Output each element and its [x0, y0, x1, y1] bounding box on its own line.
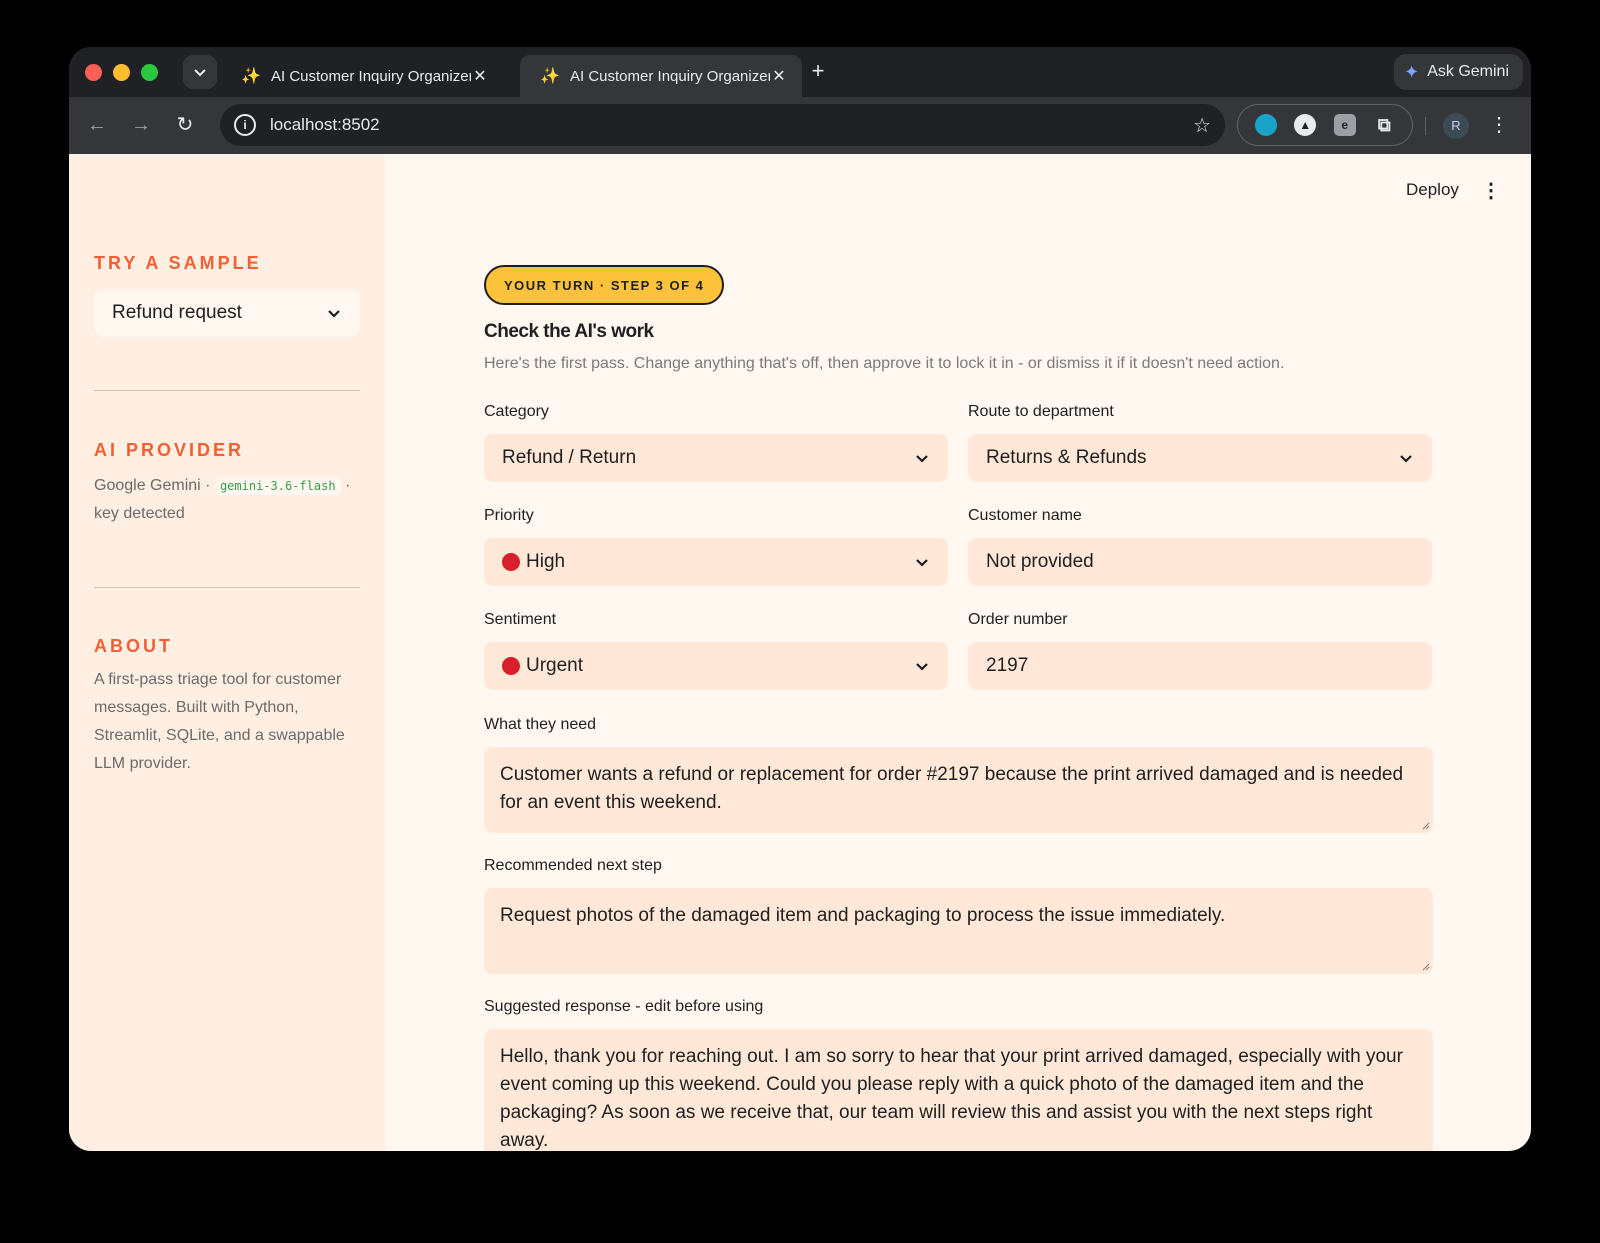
profile-avatar[interactable]: R — [1443, 113, 1469, 139]
category-select[interactable]: Refund / Return — [484, 434, 948, 482]
provider-section-title: AI PROVIDER — [94, 440, 245, 460]
need-textarea[interactable]: Customer wants a refund or replacement f… — [484, 747, 1433, 833]
chevron-down-icon — [328, 310, 340, 318]
priority-label: Priority — [484, 507, 534, 524]
response-label: Suggested response - edit before using — [484, 998, 764, 1015]
customer-name-input[interactable]: Not provided — [968, 538, 1432, 586]
department-select[interactable]: Returns & Refunds — [968, 434, 1432, 482]
sidebar-divider — [94, 587, 360, 588]
category-value: Refund / Return — [502, 447, 637, 468]
tab-search-button[interactable] — [183, 55, 217, 89]
sample-select-value: Refund request — [112, 302, 242, 323]
sparkles-icon: ✨ — [241, 68, 261, 85]
gemini-icon: ✦ — [1404, 61, 1420, 82]
provider-info: Google Gemini · gemini-3.6-flash · key d… — [94, 472, 360, 528]
sidebar-divider — [94, 390, 360, 391]
category-label: Category — [484, 403, 549, 420]
toolbar-divider — [1425, 117, 1426, 135]
chevron-down-icon — [916, 663, 928, 671]
browser-tab[interactable]: ✨ AI Customer Inquiry Organizer ✕ — [221, 55, 503, 97]
ask-gemini-label: Ask Gemini — [1427, 63, 1509, 80]
customer-name-label: Customer name — [968, 507, 1082, 524]
provider-separator: · — [205, 477, 211, 494]
provider-model: gemini-3.6-flash — [214, 477, 341, 495]
provider-name: Google Gemini — [94, 477, 201, 494]
sentiment-value: Urgent — [526, 655, 584, 676]
provider-separator: · — [345, 477, 351, 494]
priority-value: High — [526, 551, 566, 572]
browser-toolbar: ← → ↻ i localhost:8502 ☆ ▲ e ⧉ R ⋮ — [69, 97, 1531, 154]
address-bar[interactable]: i localhost:8502 ☆ — [220, 104, 1225, 146]
close-window-button[interactable] — [85, 64, 102, 81]
chevron-down-icon — [916, 455, 928, 463]
page-subtitle: Here's the first pass. Change anything t… — [484, 355, 1285, 372]
tab-title: AI Customer Inquiry Organizer — [570, 67, 770, 85]
sentiment-value-wrap: Urgent — [502, 655, 914, 677]
chevron-down-icon — [916, 559, 928, 567]
response-value: Hello, thank you for reaching out. I am … — [500, 1046, 1403, 1151]
sentiment-select[interactable]: Urgent — [484, 642, 948, 690]
department-label: Route to department — [968, 403, 1114, 420]
response-textarea[interactable]: Hello, thank you for reaching out. I am … — [484, 1029, 1433, 1151]
page-content: TRY A SAMPLE Refund request AI PROVIDER … — [69, 154, 1531, 1151]
need-label: What they need — [484, 716, 597, 733]
step-badge: YOUR TURN · STEP 3 OF 4 — [484, 265, 725, 305]
order-number-label: Order number — [968, 611, 1068, 628]
maximize-window-button[interactable] — [141, 64, 158, 81]
reload-icon[interactable]: ↻ — [171, 111, 199, 139]
browser-menu-icon[interactable]: ⋮ — [1489, 111, 1509, 139]
tab-strip: ✨ AI Customer Inquiry Organizer ✕ ✨ AI C… — [69, 47, 1531, 97]
department-value: Returns & Refunds — [986, 447, 1147, 468]
minimize-window-button[interactable] — [113, 64, 130, 81]
extension-e-icon[interactable]: e — [1333, 114, 1356, 136]
new-tab-button[interactable]: + — [805, 59, 831, 85]
red-circle-icon — [502, 553, 520, 571]
resize-handle-icon[interactable] — [1420, 961, 1430, 971]
next-step-value: Request photos of the damaged item and p… — [500, 905, 1226, 926]
sparkles-icon: ✨ — [540, 68, 560, 85]
deploy-button[interactable]: Deploy — [1406, 180, 1459, 200]
resize-handle-icon[interactable] — [1420, 820, 1430, 830]
app-menu-icon[interactable]: ⋮ — [1481, 178, 1501, 204]
provider-status: key detected — [94, 505, 185, 522]
customer-name-value: Not provided — [986, 551, 1094, 572]
extension-globe-icon[interactable] — [1254, 114, 1277, 136]
close-tab-icon[interactable]: ✕ — [471, 66, 489, 86]
bookmark-star-icon[interactable]: ☆ — [1193, 113, 1211, 138]
about-text: A first-pass triage tool for customer me… — [94, 671, 345, 772]
extensions-puzzle-icon[interactable]: ⧉ — [1373, 114, 1395, 136]
sentiment-label: Sentiment — [484, 611, 557, 628]
url-text[interactable]: localhost:8502 — [270, 115, 1193, 135]
need-value: Customer wants a refund or replacement f… — [500, 764, 1404, 813]
tab-title: AI Customer Inquiry Organizer — [271, 67, 471, 85]
browser-tab-active[interactable]: ✨ AI Customer Inquiry Organizer ✕ — [520, 55, 802, 97]
order-number-input[interactable]: 2197 — [968, 642, 1432, 690]
back-arrow-icon[interactable]: ← — [83, 111, 111, 139]
about-section-title: ABOUT — [94, 636, 173, 656]
next-step-label: Recommended next step — [484, 857, 662, 874]
priority-value-wrap: High — [502, 551, 914, 573]
chevron-down-icon — [194, 69, 206, 77]
close-tab-icon[interactable]: ✕ — [770, 66, 788, 86]
priority-select[interactable]: High — [484, 538, 948, 586]
sample-select[interactable]: Refund request — [94, 289, 360, 337]
extension-triangle-icon[interactable]: ▲ — [1294, 114, 1317, 136]
chevron-down-icon — [1400, 455, 1412, 463]
sidebar: TRY A SAMPLE Refund request AI PROVIDER … — [69, 154, 385, 1151]
browser-window: ✨ AI Customer Inquiry Organizer ✕ ✨ AI C… — [69, 47, 1531, 1151]
site-info-icon[interactable]: i — [234, 114, 256, 136]
extensions-group: ▲ e ⧉ — [1237, 104, 1413, 146]
sample-section-title: TRY A SAMPLE — [94, 253, 262, 273]
page-title: Check the AI's work — [484, 321, 654, 342]
ask-gemini-button[interactable]: ✦ Ask Gemini — [1394, 54, 1523, 90]
order-number-value: 2197 — [986, 655, 1029, 676]
next-step-textarea[interactable]: Request photos of the damaged item and p… — [484, 888, 1433, 974]
forward-arrow-icon[interactable]: → — [127, 111, 155, 139]
red-circle-icon — [502, 657, 520, 675]
